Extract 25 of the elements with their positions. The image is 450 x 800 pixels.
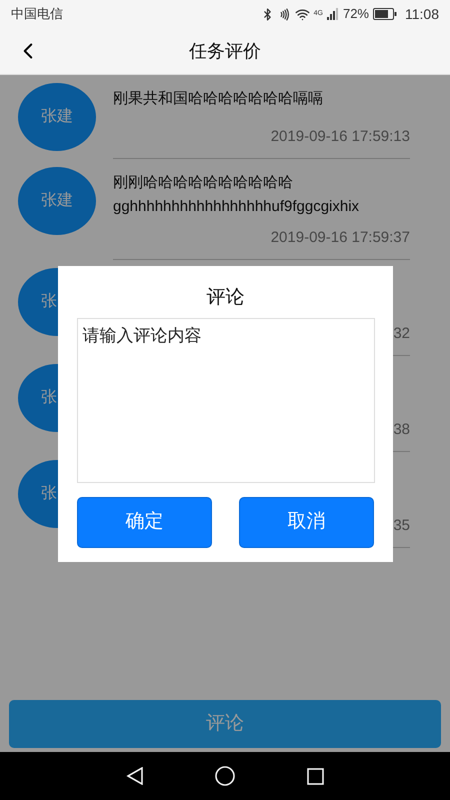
avatar: 张建	[18, 167, 96, 235]
back-nav-icon[interactable]	[126, 767, 144, 785]
page-title: 任务评价	[189, 40, 261, 62]
signal-icon	[326, 8, 339, 20]
comment-time: 38	[393, 420, 410, 440]
comment-time: 2019-09-16 17:59:37	[270, 228, 410, 248]
clock-time: 11:08	[405, 4, 439, 24]
confirm-button[interactable]: 确定	[77, 497, 212, 548]
comment-button[interactable]: 评论	[9, 700, 441, 748]
home-nav-icon[interactable]	[215, 766, 236, 786]
comment-input[interactable]: 请输入评论内容	[76, 318, 374, 483]
comment-text: 刚刚哈哈哈哈哈哈哈哈哈哈	[113, 173, 294, 193]
comment-text: gghhhhhhhhhhhhhhhhhuf9fggcgixhix	[113, 197, 360, 217]
comment-text: 刚果共和国哈哈哈哈哈哈哈嗝嗝	[113, 89, 324, 109]
cancel-button[interactable]: 取消	[239, 497, 374, 548]
wifi-icon	[294, 6, 310, 22]
battery-icon	[373, 8, 397, 20]
comment-time: 2019-09-16 17:59:13	[270, 127, 410, 147]
recents-nav-icon[interactable]	[307, 768, 324, 784]
comment-time: 32	[393, 324, 410, 344]
comment-time: 35	[393, 516, 410, 536]
carrier-name: 中国电信	[11, 5, 63, 24]
dialog-title: 评论	[206, 286, 244, 310]
avatar: 张建	[18, 83, 96, 151]
battery-percent: 72%	[342, 5, 369, 24]
